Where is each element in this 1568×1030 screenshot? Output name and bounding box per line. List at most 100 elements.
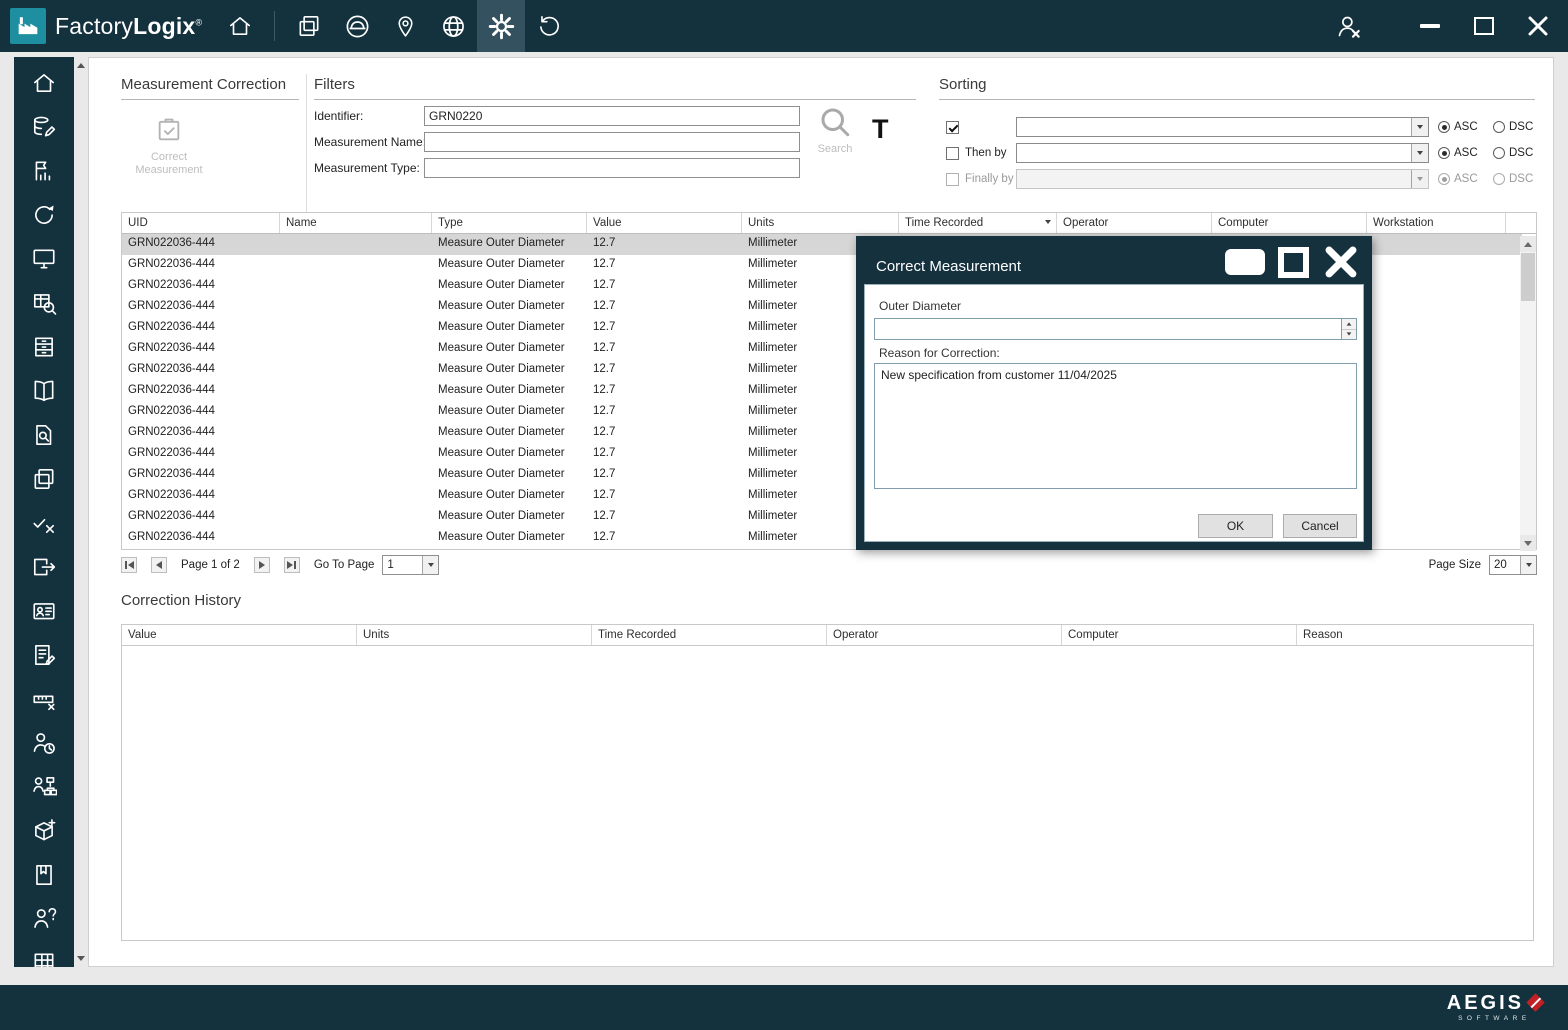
column-header-computer[interactable]: Computer <box>1212 213 1367 233</box>
sidebar-item-book[interactable] <box>27 377 61 404</box>
location-button[interactable] <box>381 0 429 52</box>
spinner-up-icon[interactable] <box>1342 319 1356 330</box>
asc-radio[interactable] <box>1438 147 1450 159</box>
measurement-name-input[interactable] <box>424 132 800 152</box>
dialog-minimize-button[interactable] <box>1225 249 1265 275</box>
sidebar-item-box-add[interactable] <box>27 817 61 844</box>
sidebar-item-copy[interactable] <box>27 465 61 492</box>
scroll-down-icon[interactable] <box>1520 535 1536 551</box>
sidebar-item-person-hierarchy[interactable] <box>27 773 61 800</box>
sidebar-item-person-clock[interactable] <box>27 729 61 756</box>
sidebar-item-monitor[interactable] <box>27 245 61 272</box>
previous-page-button[interactable] <box>151 557 167 573</box>
search-button[interactable]: Search <box>810 104 860 155</box>
spinner-down-icon[interactable] <box>1342 330 1356 340</box>
page-size-select[interactable]: 20 <box>1489 555 1537 575</box>
goto-page-select[interactable]: 1 <box>382 555 439 575</box>
sidebar-item-ruler-x[interactable] <box>27 685 61 712</box>
column-header-operator[interactable]: Operator <box>1057 213 1212 233</box>
close-button[interactable] <box>1518 0 1558 52</box>
history-column-units[interactable]: Units <box>357 625 592 645</box>
reason-textarea[interactable]: New specification from customer 11/04/20… <box>874 363 1357 489</box>
sidebar-item-cabinet[interactable] <box>27 333 61 360</box>
asc-radio[interactable] <box>1438 121 1450 133</box>
dialog-maximize-button[interactable] <box>1278 247 1309 278</box>
sidebar-item-home[interactable] <box>27 69 61 96</box>
outer-diameter-field[interactable] <box>875 319 1341 339</box>
asc-radio[interactable] <box>1438 173 1450 185</box>
maximize-button[interactable] <box>1464 0 1504 52</box>
sort-tertiary-dropdown[interactable] <box>1016 169 1429 189</box>
sidebar-item-note-edit[interactable] <box>27 641 61 668</box>
sidebar-item-id-card[interactable] <box>27 597 61 624</box>
column-header-workstation[interactable]: Workstation <box>1367 213 1506 233</box>
scroll-up-icon[interactable] <box>1520 236 1536 252</box>
sidebar-scroll-up-icon[interactable] <box>77 63 85 68</box>
history-column-time-recorded[interactable]: Time Recorded <box>592 625 827 645</box>
sort-primary-asc-option[interactable]: ASC <box>1438 117 1478 137</box>
next-page-button[interactable] <box>254 557 270 573</box>
history-column-value[interactable]: Value <box>122 625 357 645</box>
dialog-close-button[interactable] <box>1322 243 1360 281</box>
sidebar-item-document-refresh[interactable] <box>27 201 61 228</box>
sidebar-item-table[interactable] <box>27 949 61 967</box>
column-header-units[interactable]: Units <box>742 213 899 233</box>
sort-primary-checkbox[interactable] <box>946 121 959 134</box>
sort-primary-dsc-option[interactable]: DSC <box>1493 117 1533 137</box>
home-button[interactable] <box>216 0 264 52</box>
sidebar-item-person-question[interactable] <box>27 905 61 932</box>
column-header-type[interactable]: Type <box>432 213 587 233</box>
history-column-computer[interactable]: Computer <box>1062 625 1297 645</box>
sort-primary-dropdown[interactable] <box>1016 117 1429 137</box>
history-button[interactable] <box>525 0 573 52</box>
ok-button[interactable]: OK <box>1198 514 1273 538</box>
globe-button[interactable] <box>429 0 477 52</box>
search-label: Search <box>810 143 860 155</box>
sidebar-item-chart-flag[interactable] <box>27 157 61 184</box>
column-header-uid[interactable]: UID <box>122 213 280 233</box>
minimize-button[interactable] <box>1410 0 1450 52</box>
dsc-radio[interactable] <box>1493 147 1505 159</box>
pages-button[interactable] <box>285 0 333 52</box>
sidebar-item-check-x[interactable] <box>27 509 61 536</box>
sort-tertiary-checkbox[interactable] <box>946 173 959 186</box>
text-filter-toggle[interactable]: T <box>872 116 889 143</box>
last-page-button[interactable] <box>284 557 300 573</box>
sidebar-item-transfer[interactable] <box>27 553 61 580</box>
scrollbar-thumb[interactable] <box>1521 253 1535 301</box>
sidebar-item-document-search[interactable] <box>27 421 61 448</box>
correct-measurement-button[interactable]: Correct Measurement <box>123 116 215 177</box>
history-column-operator[interactable]: Operator <box>827 625 1062 645</box>
first-page-button[interactable] <box>121 557 137 573</box>
column-header-value[interactable]: Value <box>587 213 742 233</box>
cell-value: 12.7 <box>587 402 742 423</box>
cell-value: 12.7 <box>587 255 742 276</box>
cancel-button[interactable]: Cancel <box>1283 514 1357 538</box>
sidebar-item-database-edit[interactable] <box>27 113 61 140</box>
history-column-reason[interactable]: Reason <box>1297 625 1533 645</box>
column-header-time-recorded[interactable]: Time Recorded <box>899 213 1057 233</box>
sort-dropdown-icon[interactable] <box>1045 220 1051 224</box>
sidebar-item-table-search[interactable] <box>27 289 61 316</box>
sort-secondary-checkbox[interactable] <box>946 147 959 160</box>
settings-button[interactable] <box>477 0 525 52</box>
production-button[interactable] <box>333 0 381 52</box>
sort-secondary-dropdown[interactable] <box>1016 143 1429 163</box>
sort-secondary-dsc-option[interactable]: DSC <box>1493 143 1533 163</box>
sidebar-scroll-down-icon[interactable] <box>77 956 85 961</box>
dsc-radio[interactable] <box>1493 173 1505 185</box>
identifier-input[interactable] <box>424 106 800 126</box>
column-header-name[interactable]: Name <box>280 213 432 233</box>
outer-diameter-input[interactable] <box>874 318 1357 340</box>
measurement-table-header: UID Name Type Value Units Time Recorded … <box>122 213 1536 234</box>
sort-tertiary-dsc-option[interactable]: DSC <box>1493 169 1533 189</box>
sort-tertiary-asc-option[interactable]: ASC <box>1438 169 1478 189</box>
dsc-radio[interactable] <box>1493 121 1505 133</box>
minimize-icon <box>1225 249 1265 275</box>
measurement-type-input[interactable] <box>424 158 800 178</box>
dsc-label: DSC <box>1509 147 1533 159</box>
sorting-title: Sorting <box>939 76 1535 100</box>
user-logout-button[interactable] <box>1328 0 1368 52</box>
sort-secondary-asc-option[interactable]: ASC <box>1438 143 1478 163</box>
sidebar-item-document-bookmark[interactable] <box>27 861 61 888</box>
